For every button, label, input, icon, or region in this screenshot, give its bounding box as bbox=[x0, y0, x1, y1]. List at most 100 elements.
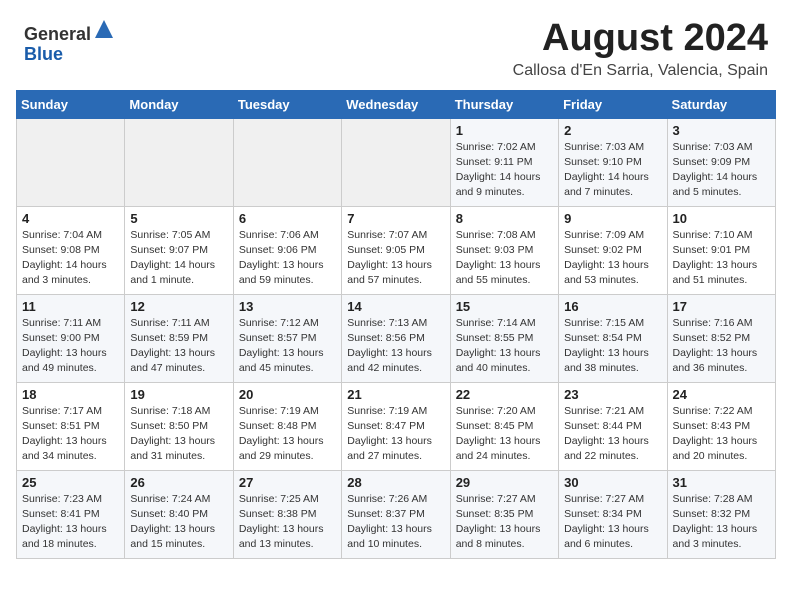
day-number: 7 bbox=[347, 211, 444, 226]
day-info: Sunrise: 7:27 AM Sunset: 8:34 PM Dayligh… bbox=[564, 493, 649, 551]
day-number: 15 bbox=[456, 299, 553, 314]
day-number: 13 bbox=[239, 299, 336, 314]
day-number: 6 bbox=[239, 211, 336, 226]
day-info: Sunrise: 7:19 AM Sunset: 8:47 PM Dayligh… bbox=[347, 405, 432, 463]
title-block: August 2024 Callosa d'En Sarria, Valenci… bbox=[513, 18, 768, 80]
day-info: Sunrise: 7:03 AM Sunset: 9:09 PM Dayligh… bbox=[673, 141, 758, 199]
day-info: Sunrise: 7:04 AM Sunset: 9:08 PM Dayligh… bbox=[22, 229, 107, 287]
calendar-cell: 31Sunrise: 7:28 AM Sunset: 8:32 PM Dayli… bbox=[667, 470, 775, 558]
calendar-cell: 19 Sunrise: 7:18 AM Sunset: 8:50 PM Dayli… bbox=[125, 382, 233, 470]
logo-icon bbox=[93, 18, 115, 40]
day-number: 19 bbox=[130, 387, 227, 402]
week-row-2: 4 Sunrise: 7:04 AM Sunset: 9:08 PM Daylig… bbox=[17, 206, 776, 294]
day-number: 23 bbox=[564, 387, 661, 402]
day-info: Sunrise: 7:22 AM Sunset: 8:43 PM Dayligh… bbox=[673, 405, 758, 463]
day-number: 16 bbox=[564, 299, 661, 314]
day-info: Sunrise: 7:23 AM Sunset: 8:41 PM Dayligh… bbox=[22, 493, 107, 551]
day-info: Sunrise: 7:14 AM Sunset: 8:55 PM Dayligh… bbox=[456, 317, 541, 375]
week-row-5: 25 Sunrise: 7:23 AM Sunset: 8:41 PM Dayli… bbox=[17, 470, 776, 558]
calendar-cell: 11 Sunrise: 7:11 AM Sunset: 9:00 PM Dayli… bbox=[17, 294, 125, 382]
day-number: 28 bbox=[347, 475, 444, 490]
day-info: Sunrise: 7:11 AM Sunset: 9:00 PM Dayligh… bbox=[22, 317, 107, 375]
calendar-cell: 23 Sunrise: 7:21 AM Sunset: 8:44 PM Dayli… bbox=[559, 382, 667, 470]
day-info: Sunrise: 7:13 AM Sunset: 8:56 PM Dayligh… bbox=[347, 317, 432, 375]
calendar-cell bbox=[17, 118, 125, 206]
weekday-header-thursday: Thursday bbox=[450, 90, 558, 118]
calendar-cell: 27 Sunrise: 7:25 AM Sunset: 8:38 PM Dayli… bbox=[233, 470, 341, 558]
day-number: 4 bbox=[22, 211, 119, 226]
calendar-cell: 3 Sunrise: 7:03 AM Sunset: 9:09 PM Daylig… bbox=[667, 118, 775, 206]
weekday-header-tuesday: Tuesday bbox=[233, 90, 341, 118]
calendar-cell: 15 Sunrise: 7:14 AM Sunset: 8:55 PM Dayli… bbox=[450, 294, 558, 382]
weekday-header-monday: Monday bbox=[125, 90, 233, 118]
day-number: 22 bbox=[456, 387, 553, 402]
calendar-cell: 24 Sunrise: 7:22 AM Sunset: 8:43 PM Dayli… bbox=[667, 382, 775, 470]
logo-general-text: General bbox=[24, 24, 91, 44]
day-info: Sunrise: 7:06 AM Sunset: 9:06 PM Dayligh… bbox=[239, 229, 324, 287]
calendar-cell: 29 Sunrise: 7:27 AM Sunset: 8:35 PM Dayli… bbox=[450, 470, 558, 558]
calendar-cell: 25 Sunrise: 7:23 AM Sunset: 8:41 PM Dayli… bbox=[17, 470, 125, 558]
day-info: Sunrise: 7:27 AM Sunset: 8:35 PM Dayligh… bbox=[456, 493, 541, 551]
day-info: Sunrise: 7:02 AM Sunset: 9:11 PM Dayligh… bbox=[456, 141, 541, 199]
day-number: 21 bbox=[347, 387, 444, 402]
calendar-cell: 8Sunrise: 7:08 AM Sunset: 9:03 PM Daylig… bbox=[450, 206, 558, 294]
day-number: 11 bbox=[22, 299, 119, 314]
day-info: Sunrise: 7:19 AM Sunset: 8:48 PM Dayligh… bbox=[239, 405, 324, 463]
day-info: Sunrise: 7:03 AM Sunset: 9:10 PM Dayligh… bbox=[564, 141, 649, 199]
calendar-cell: 13 Sunrise: 7:12 AM Sunset: 8:57 PM Dayli… bbox=[233, 294, 341, 382]
month-year-title: August 2024 bbox=[513, 18, 768, 60]
day-number: 2 bbox=[564, 123, 661, 138]
day-number: 30 bbox=[564, 475, 661, 490]
day-info: Sunrise: 7:15 AM Sunset: 8:54 PM Dayligh… bbox=[564, 317, 649, 375]
day-info: Sunrise: 7:28 AM Sunset: 8:32 PM Dayligh… bbox=[673, 493, 758, 551]
day-info: Sunrise: 7:18 AM Sunset: 8:50 PM Dayligh… bbox=[130, 405, 215, 463]
day-number: 14 bbox=[347, 299, 444, 314]
calendar-cell: 22Sunrise: 7:20 AM Sunset: 8:45 PM Dayli… bbox=[450, 382, 558, 470]
weekday-header-saturday: Saturday bbox=[667, 90, 775, 118]
calendar-cell: 26Sunrise: 7:24 AM Sunset: 8:40 PM Dayli… bbox=[125, 470, 233, 558]
calendar-cell: 14 Sunrise: 7:13 AM Sunset: 8:56 PM Dayli… bbox=[342, 294, 450, 382]
day-info: Sunrise: 7:05 AM Sunset: 9:07 PM Dayligh… bbox=[130, 229, 215, 287]
calendar-cell: 6 Sunrise: 7:06 AM Sunset: 9:06 PM Daylig… bbox=[233, 206, 341, 294]
calendar-cell: 7Sunrise: 7:07 AM Sunset: 9:05 PM Daylig… bbox=[342, 206, 450, 294]
day-number: 5 bbox=[130, 211, 227, 226]
day-info: Sunrise: 7:24 AM Sunset: 8:40 PM Dayligh… bbox=[130, 493, 215, 551]
weekday-header-wednesday: Wednesday bbox=[342, 90, 450, 118]
day-info: Sunrise: 7:25 AM Sunset: 8:38 PM Dayligh… bbox=[239, 493, 324, 551]
calendar-header: SundayMondayTuesdayWednesdayThursdayFrid… bbox=[17, 90, 776, 118]
day-number: 10 bbox=[673, 211, 770, 226]
day-info: Sunrise: 7:21 AM Sunset: 8:44 PM Dayligh… bbox=[564, 405, 649, 463]
week-row-3: 11 Sunrise: 7:11 AM Sunset: 9:00 PM Dayli… bbox=[17, 294, 776, 382]
day-number: 3 bbox=[673, 123, 770, 138]
calendar-cell: 18Sunrise: 7:17 AM Sunset: 8:51 PM Dayli… bbox=[17, 382, 125, 470]
calendar-cell: 28Sunrise: 7:26 AM Sunset: 8:37 PM Dayli… bbox=[342, 470, 450, 558]
day-number: 29 bbox=[456, 475, 553, 490]
day-info: Sunrise: 7:12 AM Sunset: 8:57 PM Dayligh… bbox=[239, 317, 324, 375]
week-row-1: 1 Sunrise: 7:02 AM Sunset: 9:11 PM Daylig… bbox=[17, 118, 776, 206]
day-number: 20 bbox=[239, 387, 336, 402]
day-info: Sunrise: 7:11 AM Sunset: 8:59 PM Dayligh… bbox=[130, 317, 215, 375]
calendar-cell: 20 Sunrise: 7:19 AM Sunset: 8:48 PM Dayli… bbox=[233, 382, 341, 470]
day-number: 1 bbox=[456, 123, 553, 138]
calendar-cell: 4 Sunrise: 7:04 AM Sunset: 9:08 PM Daylig… bbox=[17, 206, 125, 294]
calendar-cell: 21 Sunrise: 7:19 AM Sunset: 8:47 PM Dayli… bbox=[342, 382, 450, 470]
day-number: 12 bbox=[130, 299, 227, 314]
day-info: Sunrise: 7:10 AM Sunset: 9:01 PM Dayligh… bbox=[673, 229, 758, 287]
weekday-header-sunday: Sunday bbox=[17, 90, 125, 118]
day-number: 18 bbox=[22, 387, 119, 402]
calendar-cell: 30 Sunrise: 7:27 AM Sunset: 8:34 PM Dayli… bbox=[559, 470, 667, 558]
day-number: 25 bbox=[22, 475, 119, 490]
page-header: General Blue August 2024 Callosa d'En Sa… bbox=[0, 0, 792, 86]
day-number: 27 bbox=[239, 475, 336, 490]
calendar-cell bbox=[233, 118, 341, 206]
calendar-wrapper: SundayMondayTuesdayWednesdayThursdayFrid… bbox=[0, 86, 792, 575]
day-number: 24 bbox=[673, 387, 770, 402]
calendar-cell: 16 Sunrise: 7:15 AM Sunset: 8:54 PM Dayli… bbox=[559, 294, 667, 382]
calendar-table: SundayMondayTuesdayWednesdayThursdayFrid… bbox=[16, 90, 776, 559]
calendar-cell bbox=[342, 118, 450, 206]
weekday-row: SundayMondayTuesdayWednesdayThursdayFrid… bbox=[17, 90, 776, 118]
calendar-cell: 1 Sunrise: 7:02 AM Sunset: 9:11 PM Daylig… bbox=[450, 118, 558, 206]
logo: General Blue bbox=[24, 18, 115, 65]
calendar-cell: 17Sunrise: 7:16 AM Sunset: 8:52 PM Dayli… bbox=[667, 294, 775, 382]
calendar-body: 1 Sunrise: 7:02 AM Sunset: 9:11 PM Daylig… bbox=[17, 118, 776, 558]
